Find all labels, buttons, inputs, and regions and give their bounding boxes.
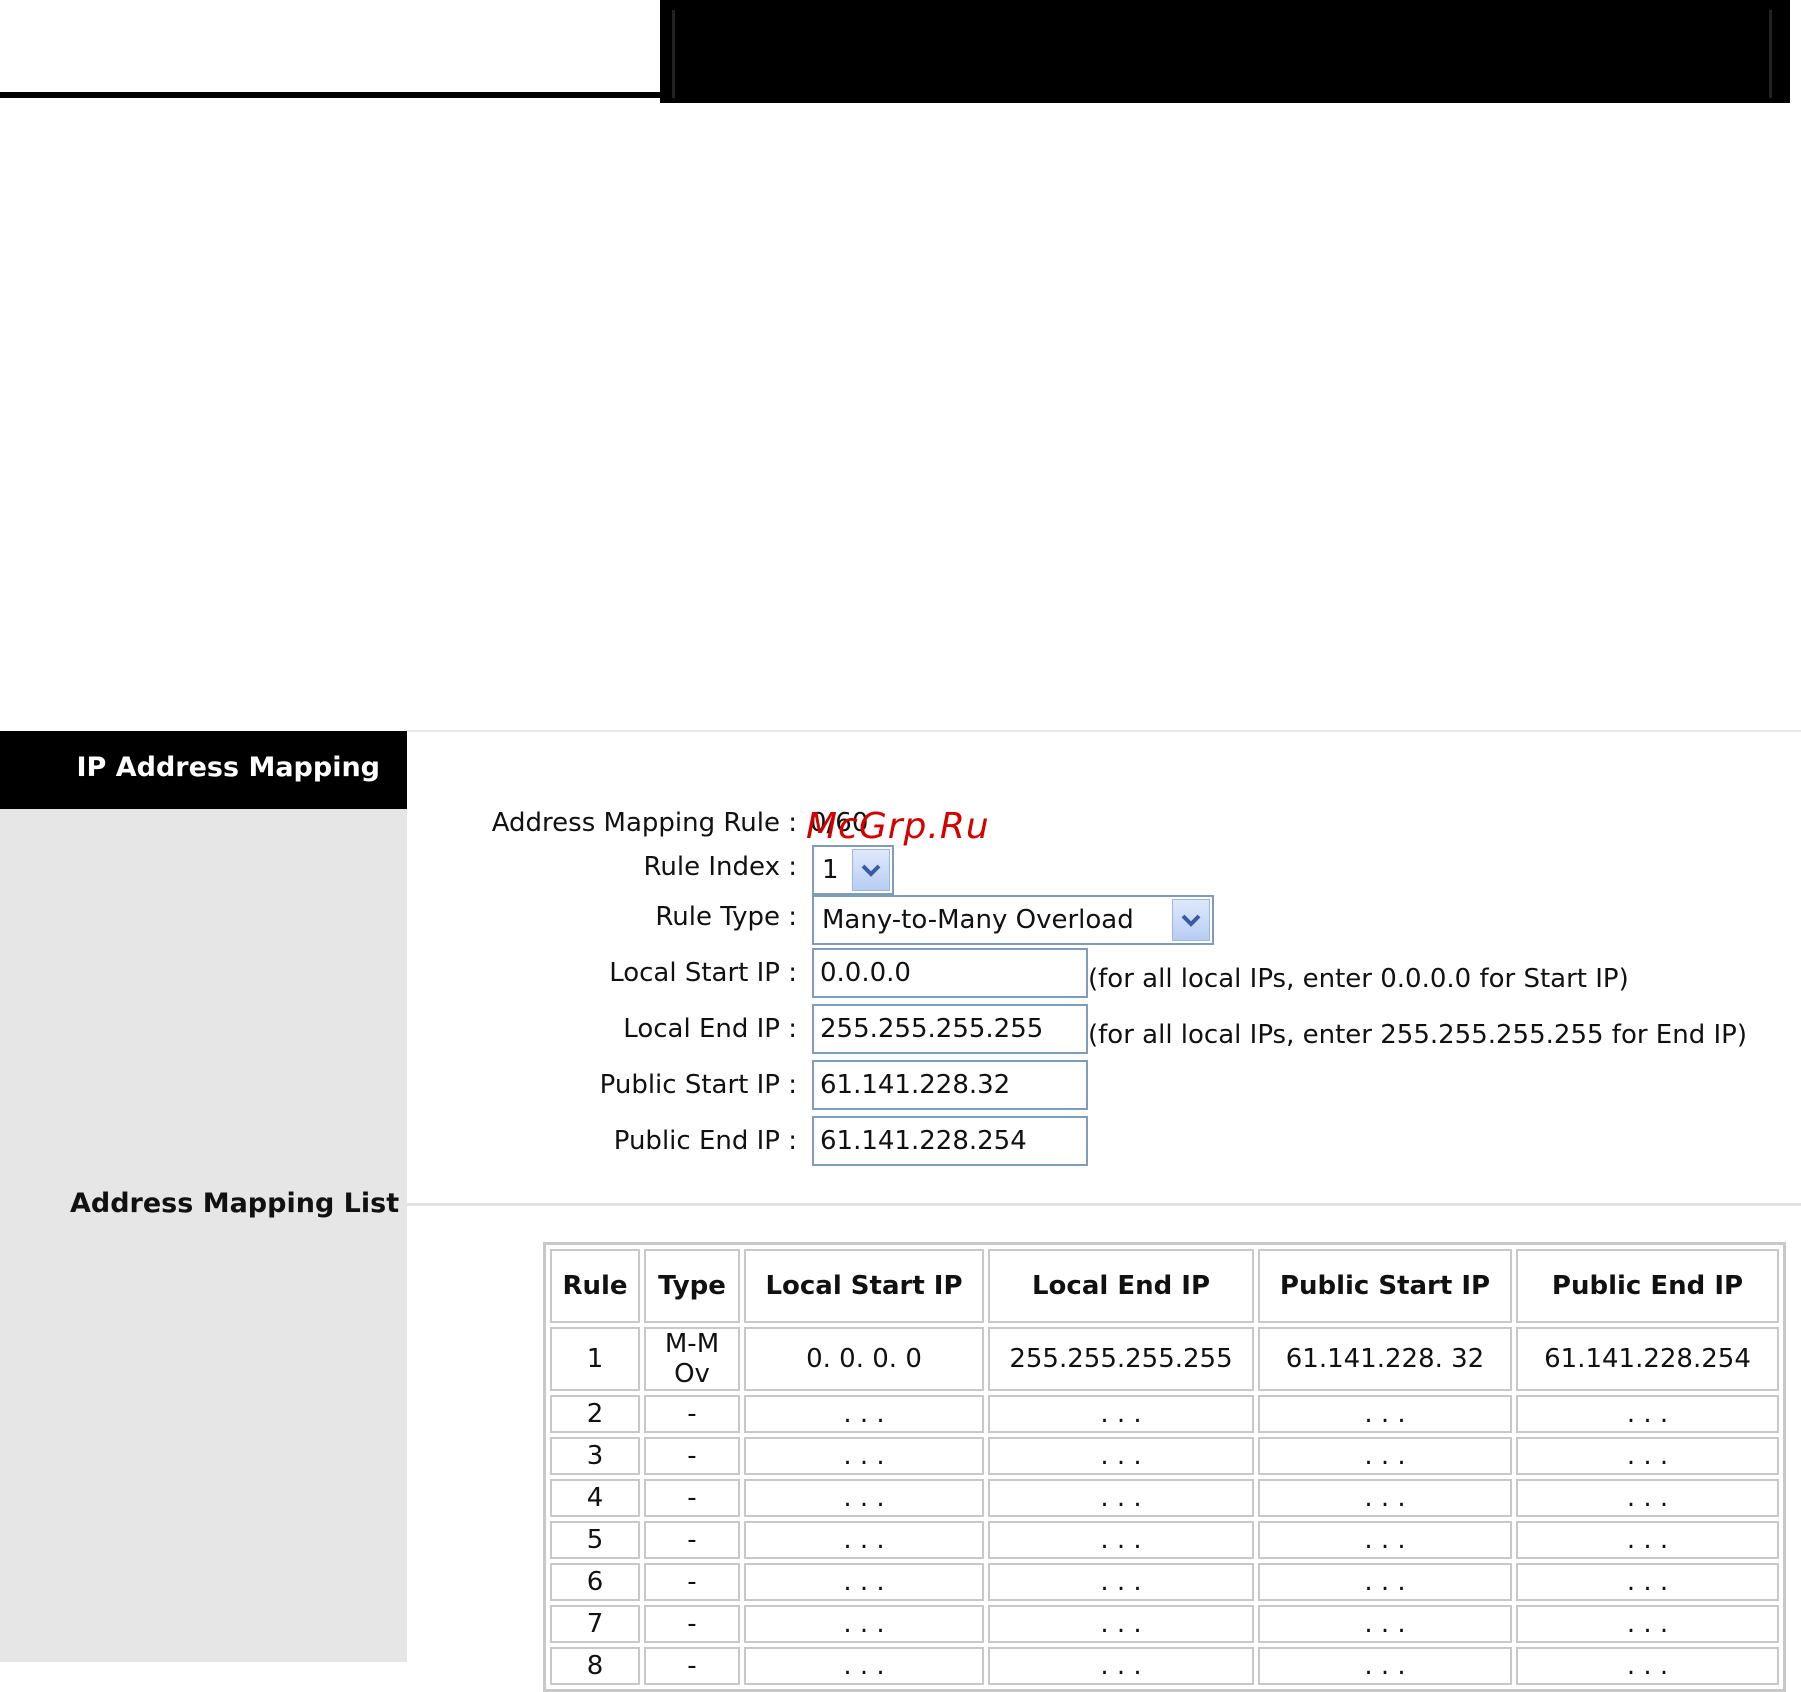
table-row: 5 - . . . . . . . . . . . . (550, 1521, 1779, 1559)
middle-divider (407, 1203, 1801, 1206)
cell-local-start-ip: . . . (744, 1605, 984, 1643)
rule-type-label: Rule Type : (655, 902, 797, 932)
cell-public-start-ip: . . . (1258, 1563, 1512, 1601)
public-start-ip-label: Public Start IP : (599, 1070, 797, 1100)
cell-public-end-ip: . . . (1516, 1521, 1779, 1559)
cell-local-start-ip: . . . (744, 1437, 984, 1475)
table-header-row: Rule Type Local Start IP Local End IP Pu… (550, 1249, 1779, 1323)
cell-public-end-ip: . . . (1516, 1395, 1779, 1433)
cell-type: - (644, 1605, 740, 1643)
cell-type: - (644, 1479, 740, 1517)
cell-local-start-ip: . . . (744, 1647, 984, 1685)
page-title: IP Address Mapping (76, 752, 381, 783)
list-section-title: Address Mapping List (70, 1188, 400, 1219)
cell-local-end-ip: . . . (988, 1563, 1254, 1601)
cell-public-start-ip: . . . (1258, 1647, 1512, 1685)
cell-type: - (644, 1395, 740, 1433)
watermark-text: McGrp.Ru (806, 806, 990, 847)
cell-public-end-ip: . . . (1516, 1479, 1779, 1517)
cell-public-start-ip: 61.141.228. 32 (1258, 1327, 1512, 1391)
table-row: 4 - . . . . . . . . . . . . (550, 1479, 1779, 1517)
local-start-ip-hint: (for all local IPs, enter 0.0.0.0 for St… (1088, 964, 1629, 994)
public-end-ip-input[interactable] (812, 1116, 1088, 1166)
rule-index-selected-value: 1 (822, 855, 839, 885)
cell-local-end-ip: . . . (988, 1647, 1254, 1685)
cell-type: M-M Ov (644, 1327, 740, 1391)
cell-public-end-ip: . . . (1516, 1605, 1779, 1643)
local-start-ip-label: Local Start IP : (609, 958, 797, 988)
cell-type: - (644, 1563, 740, 1601)
table-row: 6 - . . . . . . . . . . . . (550, 1563, 1779, 1601)
cell-local-end-ip: . . . (988, 1479, 1254, 1517)
cell-rule: 1 (550, 1327, 640, 1391)
cell-rule: 3 (550, 1437, 640, 1475)
cell-public-start-ip: . . . (1258, 1605, 1512, 1643)
cell-local-end-ip: . . . (988, 1521, 1254, 1559)
cell-rule: 8 (550, 1647, 640, 1685)
column-header-public-end-ip: Public End IP (1516, 1249, 1779, 1323)
rule-type-selected-value: Many-to-Many Overload (822, 905, 1134, 935)
cell-public-start-ip: . . . (1258, 1479, 1512, 1517)
cell-public-start-ip: . . . (1258, 1437, 1512, 1475)
column-header-local-start-ip: Local Start IP (744, 1249, 984, 1323)
chevron-down-icon[interactable] (852, 849, 890, 891)
table-row: 7 - . . . . . . . . . . . . (550, 1605, 1779, 1643)
local-end-ip-input[interactable] (812, 1004, 1088, 1054)
cell-local-start-ip: . . . (744, 1479, 984, 1517)
cell-local-start-ip: . . . (744, 1521, 984, 1559)
cell-public-end-ip: 61.141.228.254 (1516, 1327, 1779, 1391)
table-row: 1 M-M Ov 0. 0. 0. 0 255.255.255.255 61.1… (550, 1327, 1779, 1391)
cell-local-start-ip: . . . (744, 1563, 984, 1601)
table-row: 2 - . . . . . . . . . . . . (550, 1395, 1779, 1433)
cell-local-end-ip: . . . (988, 1605, 1254, 1643)
public-start-ip-input[interactable] (812, 1060, 1088, 1110)
column-header-rule: Rule (550, 1249, 640, 1323)
cell-local-end-ip: . . . (988, 1395, 1254, 1433)
cell-rule: 2 (550, 1395, 640, 1433)
cell-public-end-ip: . . . (1516, 1437, 1779, 1475)
table-row: 3 - . . . . . . . . . . . . (550, 1437, 1779, 1475)
cell-rule: 6 (550, 1563, 640, 1601)
cell-public-start-ip: . . . (1258, 1395, 1512, 1433)
column-header-type: Type (644, 1249, 740, 1323)
cell-local-start-ip: . . . (744, 1395, 984, 1433)
local-end-ip-hint: (for all local IPs, enter 255.255.255.25… (1088, 1020, 1747, 1050)
cell-rule: 7 (550, 1605, 640, 1643)
cell-type: - (644, 1647, 740, 1685)
header-left-bar (0, 0, 660, 98)
chevron-down-icon[interactable] (1172, 899, 1210, 941)
top-divider (407, 730, 1801, 732)
header-right-inner-frame (672, 10, 1772, 98)
cell-public-end-ip: . . . (1516, 1563, 1779, 1601)
column-header-public-start-ip: Public Start IP (1258, 1249, 1512, 1323)
address-mapping-rule-label: Address Mapping Rule : (491, 808, 797, 838)
rule-type-select[interactable]: Many-to-Many Overload (812, 895, 1214, 945)
rule-index-label: Rule Index : (643, 852, 797, 882)
cell-public-start-ip: . . . (1258, 1521, 1512, 1559)
cell-rule: 4 (550, 1479, 640, 1517)
rule-index-select[interactable]: 1 (812, 845, 894, 895)
cell-public-end-ip: . . . (1516, 1647, 1779, 1685)
cell-local-start-ip: 0. 0. 0. 0 (744, 1327, 984, 1391)
public-end-ip-label: Public End IP : (613, 1126, 797, 1156)
local-start-ip-input[interactable] (812, 948, 1088, 998)
cell-local-end-ip: 255.255.255.255 (988, 1327, 1254, 1391)
local-end-ip-label: Local End IP : (623, 1014, 797, 1044)
cell-local-end-ip: . . . (988, 1437, 1254, 1475)
address-mapping-table: Rule Type Local Start IP Local End IP Pu… (543, 1242, 1786, 1692)
cell-type: - (644, 1437, 740, 1475)
column-header-local-end-ip: Local End IP (988, 1249, 1254, 1323)
table-row: 8 - . . . . . . . . . . . . (550, 1647, 1779, 1685)
cell-rule: 5 (550, 1521, 640, 1559)
cell-type: - (644, 1521, 740, 1559)
